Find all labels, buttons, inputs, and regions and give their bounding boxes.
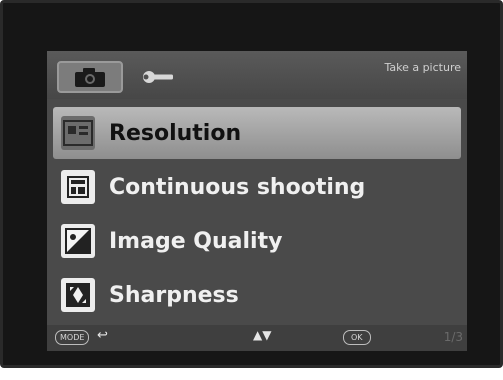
menu-item-continuous-shooting[interactable]: Continuous shooting <box>53 161 461 213</box>
ok-button[interactable]: OK <box>343 330 371 345</box>
menu-item-label: Continuous shooting <box>109 174 366 200</box>
tab-camera[interactable] <box>57 61 123 93</box>
menu-item-resolution[interactable]: Resolution <box>53 107 461 159</box>
camera-icon <box>75 68 105 87</box>
sharpness-icon <box>61 278 95 312</box>
continuous-shooting-icon <box>61 170 95 204</box>
camera-bezel: Take a picture Resolution Continuous sho… <box>0 0 503 368</box>
image-quality-icon <box>61 224 95 258</box>
page-indicator: 1/3 <box>443 330 463 344</box>
wrench-icon <box>143 71 173 83</box>
tab-setup[interactable] <box>139 64 179 90</box>
menu-header: Take a picture <box>47 51 467 99</box>
menu-item-label: Image Quality <box>109 228 283 254</box>
menu-item-sharpness[interactable]: Sharpness <box>53 269 461 321</box>
menu-footer: MODE ↩ ▲▼ OK 1/3 <box>47 325 467 351</box>
resolution-icon <box>61 116 95 150</box>
menu-item-label: Resolution <box>109 120 242 146</box>
menu-item-image-quality[interactable]: Image Quality <box>53 215 461 267</box>
mode-button[interactable]: MODE <box>55 330 90 345</box>
navigate-arrows-icon[interactable]: ▲▼ <box>253 328 271 342</box>
back-icon[interactable]: ↩ <box>97 328 108 343</box>
page-title: Take a picture <box>384 61 461 74</box>
menu-item-label: Sharpness <box>109 282 239 308</box>
camera-screen: Take a picture Resolution Continuous sho… <box>47 51 467 351</box>
